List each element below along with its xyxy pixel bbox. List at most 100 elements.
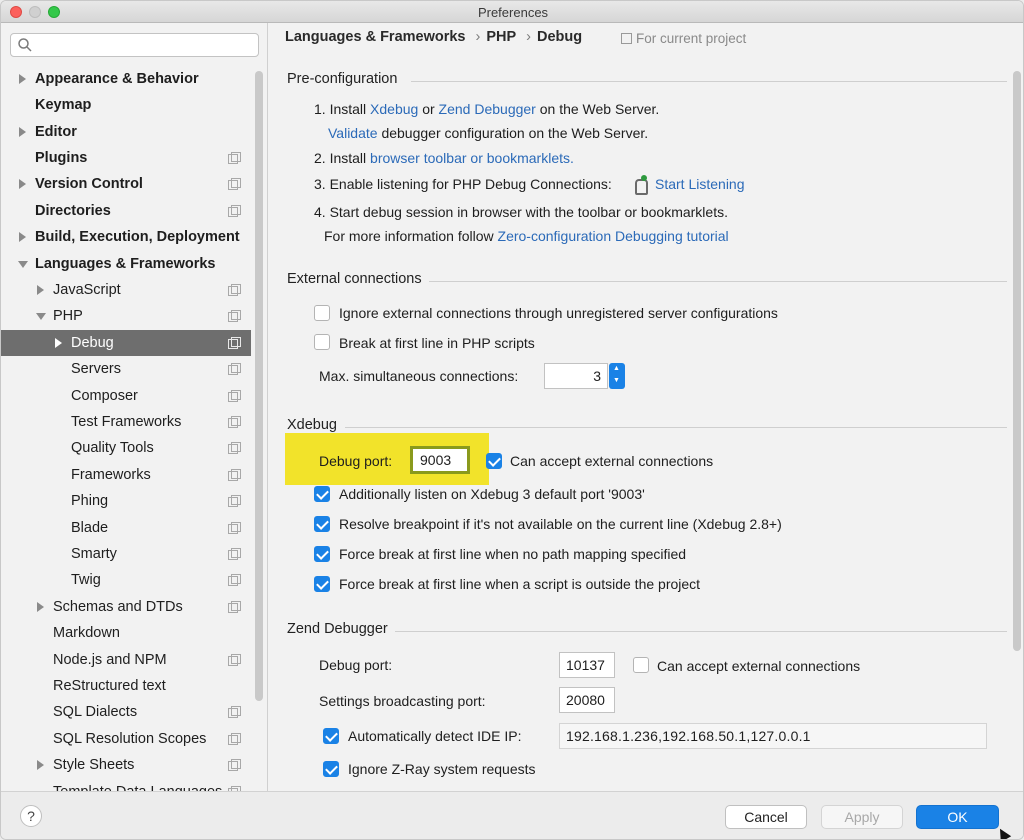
apply-button[interactable]: Apply — [821, 805, 903, 829]
settings-search[interactable] — [10, 33, 259, 57]
sidebar-item-build[interactable]: Build, Execution, Deployment — [1, 224, 251, 250]
section-divider — [411, 81, 1007, 82]
max-connections-input[interactable]: 3 — [544, 363, 608, 389]
sidebar-item-composer[interactable]: Composer — [1, 383, 251, 409]
project-settings-icon — [228, 205, 241, 217]
sidebar-item-quality-tools[interactable]: Quality Tools — [1, 435, 251, 461]
sidebar-item-javascript[interactable]: JavaScript — [1, 277, 251, 303]
sidebar-scrollbar[interactable] — [255, 71, 263, 701]
xdebug-port-value: 9003 — [420, 452, 452, 468]
validate-text: debugger configuration on the Web Server… — [381, 125, 649, 141]
expand-arrow-icon[interactable] — [36, 285, 46, 295]
resolve-breakpoint-checkbox[interactable] — [314, 516, 330, 532]
collapse-arrow-icon[interactable] — [36, 311, 46, 321]
break-first-line-checkbox[interactable] — [314, 334, 330, 350]
zend-accept-external-checkbox[interactable] — [633, 657, 649, 673]
sidebar-item-frameworks[interactable]: Frameworks — [1, 462, 251, 488]
broadcast-port-input[interactable]: 20080 — [559, 687, 615, 713]
sidebar-item-twig[interactable]: Twig — [1, 567, 251, 593]
sidebar-item-label: Template Data Languages — [53, 779, 222, 791]
sidebar-item-plugins[interactable]: Plugins — [1, 145, 251, 171]
ide-ip-value: 192.168.1.236,192.168.50.1,127.0.0.1 — [566, 728, 811, 744]
sidebar-item-label: Phing — [71, 493, 109, 509]
xdebug-link[interactable]: Xdebug — [370, 101, 418, 117]
sidebar-item-schemas[interactable]: Schemas and DTDs — [1, 594, 251, 620]
expand-arrow-icon[interactable] — [18, 179, 28, 189]
sidebar-item-php[interactable]: PHP — [1, 303, 251, 329]
xdebug-section: Xdebug — [287, 417, 1007, 433]
sidebar-item-label: Plugins — [35, 150, 88, 166]
step3-text: 3. Enable listening for PHP Debug Connec… — [314, 176, 612, 192]
sidebar-item-version-control[interactable]: Version Control — [1, 171, 251, 197]
sidebar-item-sql-dialects[interactable]: SQL Dialects — [1, 699, 251, 725]
expand-arrow-icon[interactable] — [18, 232, 28, 242]
auto-detect-ip-checkbox[interactable] — [323, 728, 339, 744]
sidebar-item-appearance[interactable]: Appearance & Behavior — [1, 66, 251, 92]
force-break-no-mapping-checkbox[interactable] — [314, 546, 330, 562]
zero-config-tutorial-link[interactable]: Zero-configuration Debugging tutorial — [498, 228, 729, 244]
sidebar-item-keymap[interactable]: Keymap — [1, 92, 251, 118]
search-icon — [18, 38, 32, 52]
max-connections-label: Max. simultaneous connections: — [319, 368, 519, 384]
project-settings-icon — [228, 654, 241, 666]
cancel-button[interactable]: Cancel — [725, 805, 807, 829]
sidebar-item-label: Schemas and DTDs — [53, 599, 183, 615]
sidebar-item-servers[interactable]: Servers — [1, 356, 251, 382]
sidebar-item-editor[interactable]: Editor — [1, 119, 251, 145]
settings-search-input[interactable] — [37, 36, 252, 54]
ignore-zray-checkbox[interactable] — [323, 761, 339, 777]
zend-port-input[interactable]: 10137 — [559, 652, 615, 678]
project-settings-icon — [228, 178, 241, 190]
expand-arrow-icon[interactable] — [36, 760, 46, 770]
sidebar-item-label: Servers — [71, 361, 121, 377]
breadcrumb-item[interactable]: PHP — [486, 29, 516, 45]
section-title: External connections — [287, 271, 422, 287]
sidebar-item-smarty[interactable]: Smarty — [1, 541, 251, 567]
expand-arrow-icon[interactable] — [54, 338, 64, 348]
zend-debugger-link[interactable]: Zend Debugger — [439, 101, 536, 117]
expand-arrow-icon[interactable] — [18, 127, 28, 137]
xdebug-accept-external-checkbox[interactable] — [486, 453, 502, 469]
ignore-external-checkbox[interactable] — [314, 305, 330, 321]
sidebar-item-directories[interactable]: Directories — [1, 198, 251, 224]
resolve-breakpoint-label: Resolve breakpoint if it's not available… — [339, 516, 782, 532]
sidebar-item-test-frameworks[interactable]: Test Frameworks — [1, 409, 251, 435]
breadcrumb-item[interactable]: Languages & Frameworks — [285, 29, 466, 45]
force-break-outside-project-checkbox[interactable] — [314, 576, 330, 592]
sidebar-item-markdown[interactable]: Markdown — [1, 620, 251, 646]
sidebar-item-label: JavaScript — [53, 282, 121, 298]
project-settings-icon — [228, 310, 241, 322]
max-connections-stepper[interactable] — [609, 363, 625, 389]
sidebar-item-template-data-languages[interactable]: Template Data Languages — [1, 779, 251, 791]
xdebug-port-input[interactable]: 9003 — [410, 446, 470, 474]
sidebar-item-phing[interactable]: Phing — [1, 488, 251, 514]
start-listening-link[interactable]: Start Listening — [655, 176, 745, 192]
xdebug3-default-port-checkbox[interactable] — [314, 486, 330, 502]
content-scrollbar[interactable] — [1013, 71, 1021, 651]
sidebar-item-label: Appearance & Behavior — [35, 71, 199, 87]
expand-arrow-icon[interactable] — [18, 74, 28, 84]
sidebar-item-languages[interactable]: Languages & Frameworks — [1, 251, 251, 277]
project-settings-icon — [228, 152, 241, 164]
preconfig-step1: 1. Install Xdebug or Zend Debugger on th… — [314, 101, 659, 117]
sidebar-item-blade[interactable]: Blade — [1, 515, 251, 541]
ide-ip-input[interactable]: 192.168.1.236,192.168.50.1,127.0.0.1 — [559, 723, 987, 749]
sidebar-item-style-sheets[interactable]: Style Sheets — [1, 752, 251, 778]
expand-arrow-icon[interactable] — [36, 602, 46, 612]
sidebar-item-restructured-text[interactable]: ReStructured text — [1, 673, 251, 699]
browser-toolbar-link[interactable]: browser toolbar or bookmarklets. — [370, 150, 574, 166]
validate-link[interactable]: Validate — [328, 125, 378, 141]
step1-text: 1. Install — [314, 101, 367, 117]
project-settings-icon — [228, 495, 241, 507]
help-button[interactable]: ? — [20, 805, 42, 827]
collapse-arrow-icon[interactable] — [18, 259, 28, 269]
start-listening-icon[interactable] — [633, 175, 649, 195]
breadcrumb-separator: › — [475, 29, 481, 45]
step1-or-text: or — [422, 101, 435, 117]
sidebar-item-sql-resolution-scopes[interactable]: SQL Resolution Scopes — [1, 726, 251, 752]
project-settings-icon — [228, 337, 241, 349]
sidebar-item-nodejs[interactable]: Node.js and NPM — [1, 647, 251, 673]
ok-button[interactable]: OK — [916, 805, 999, 829]
external-connections-section: External connections — [287, 271, 1007, 287]
sidebar-item-debug[interactable]: Debug — [1, 330, 251, 356]
